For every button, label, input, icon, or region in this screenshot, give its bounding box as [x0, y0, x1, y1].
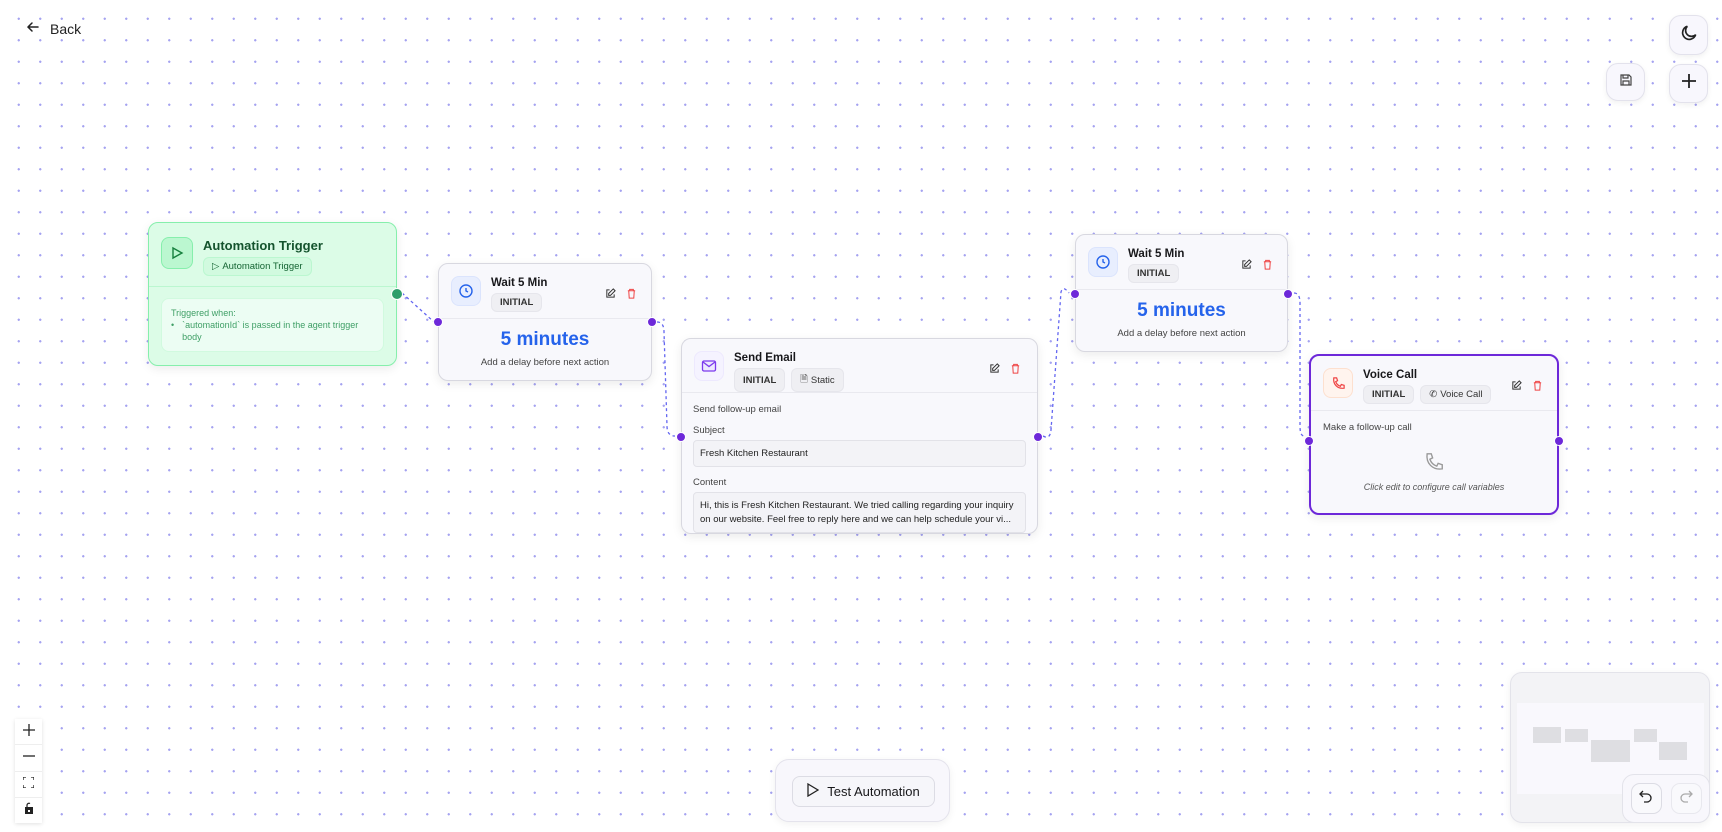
minimap-node [1591, 740, 1630, 762]
target-handle[interactable] [1304, 436, 1314, 446]
node-description: Send follow-up email [693, 404, 782, 415]
badge-label: Static [810, 374, 835, 386]
redo-icon [1679, 789, 1693, 808]
node-title: Voice Call [1363, 369, 1418, 381]
edge-trigger-wait1 [401, 292, 435, 323]
play-icon [807, 782, 820, 800]
play-icon [161, 237, 193, 269]
wait-node[interactable]: Wait 5 Min INITIAL 5 minutes Add a delay … [433, 263, 657, 381]
status-badge: INITIAL [1128, 264, 1180, 283]
phone-icon [1323, 368, 1353, 398]
zoom-in-button[interactable] [15, 719, 42, 746]
target-handle[interactable] [433, 317, 443, 327]
email-node[interactable]: Send Email INITIAL 🗎 Static Send follow-up… [676, 338, 1043, 534]
target-handle[interactable] [676, 432, 686, 442]
node-title: Wait 5 Min [491, 277, 548, 289]
status-badge: INITIAL [491, 293, 543, 312]
trigger-badge: ▷ Automation Trigger [203, 257, 312, 276]
delay-value: 5 minutes [500, 329, 590, 350]
minimap-node [1659, 742, 1687, 760]
node-description: Add a delay before next action [1117, 328, 1246, 339]
type-badge: ✆ Voice Call [1420, 385, 1492, 404]
phone-icon [1323, 451, 1545, 478]
node-description: Make a follow-up call [1323, 422, 1412, 433]
source-handle[interactable] [1033, 432, 1043, 442]
edit-icon[interactable] [989, 361, 1000, 379]
source-handle[interactable] [647, 317, 657, 327]
lock-button[interactable] [15, 798, 42, 823]
content-label: Content [693, 477, 727, 489]
badge-label: Automation Trigger [222, 261, 303, 272]
content-field: Hi, this is Fresh Kitchen Restaurant. We… [693, 492, 1026, 533]
voice-call-node[interactable]: Voice Call INITIAL ✆ Voice Call Make a fol… [1304, 354, 1564, 515]
edit-icon[interactable] [1511, 378, 1522, 396]
undo-button[interactable] [1630, 783, 1662, 814]
node-title: Automation Trigger [203, 238, 323, 253]
test-automation-button[interactable]: Test Automation [792, 776, 935, 807]
configure-hint: Click edit to configure call variables [1363, 482, 1505, 492]
condition-item: `automationId` is passed in the agent tr… [182, 320, 359, 343]
source-handle[interactable] [1283, 289, 1293, 299]
test-panel: Test Automation [775, 759, 950, 822]
delay-value: 5 minutes [1137, 300, 1226, 321]
node-title: Wait 5 Min [1128, 248, 1185, 260]
zoom-controls [15, 719, 42, 823]
redo-button[interactable] [1670, 783, 1702, 814]
plus-icon [22, 723, 35, 741]
edge-wait2-voice [1293, 292, 1305, 437]
trash-icon[interactable] [1262, 257, 1273, 275]
mail-icon [694, 351, 724, 381]
trigger-node[interactable]: Automation Trigger ▷ Automation Trigger T… [148, 222, 403, 366]
minus-icon [22, 749, 35, 767]
lock-icon [24, 801, 34, 819]
edit-icon[interactable] [605, 286, 616, 304]
trash-icon[interactable] [1010, 361, 1021, 379]
condition-title: Triggered when: [171, 308, 236, 318]
test-automation-label: Test Automation [827, 784, 920, 799]
edit-icon[interactable] [1241, 257, 1252, 275]
source-handle[interactable] [1554, 436, 1564, 446]
source-handle[interactable] [391, 288, 403, 300]
subject-field: Fresh Kitchen Restaurant [693, 440, 1026, 468]
badge-label: Voice Call [1440, 389, 1483, 400]
edge-wait1-email [656, 321, 676, 437]
status-badge: INITIAL [1363, 385, 1415, 404]
target-handle[interactable] [1070, 289, 1080, 299]
minimap-node [1634, 729, 1657, 742]
trash-icon[interactable] [1532, 378, 1543, 396]
minimap-node [1565, 729, 1588, 742]
fit-view-button[interactable] [15, 772, 42, 798]
phone-icon: ✆ [1429, 389, 1438, 400]
wait-node[interactable]: Wait 5 Min INITIAL 5 minutes Add a delay … [1070, 234, 1293, 352]
trigger-conditions: Triggered when: • `automationId` is passe… [161, 298, 384, 353]
undo-icon [1639, 789, 1653, 808]
node-description: Add a delay before next action [480, 357, 610, 368]
file-icon: 🗎 [800, 374, 808, 385]
trash-icon[interactable] [626, 286, 637, 304]
play-icon: ▷ [212, 261, 220, 272]
minimap-node [1533, 727, 1561, 743]
edge-email-wait2 [1042, 288, 1070, 438]
zoom-out-button[interactable] [15, 745, 42, 772]
fullscreen-icon [22, 775, 35, 793]
node-title: Send Email [734, 352, 796, 364]
subject-label: Subject [693, 425, 725, 436]
clock-icon [451, 276, 481, 306]
type-badge: 🗎 Static [791, 368, 844, 392]
history-controls [1622, 774, 1710, 823]
status-badge: INITIAL [734, 368, 786, 392]
clock-icon [1088, 247, 1118, 277]
